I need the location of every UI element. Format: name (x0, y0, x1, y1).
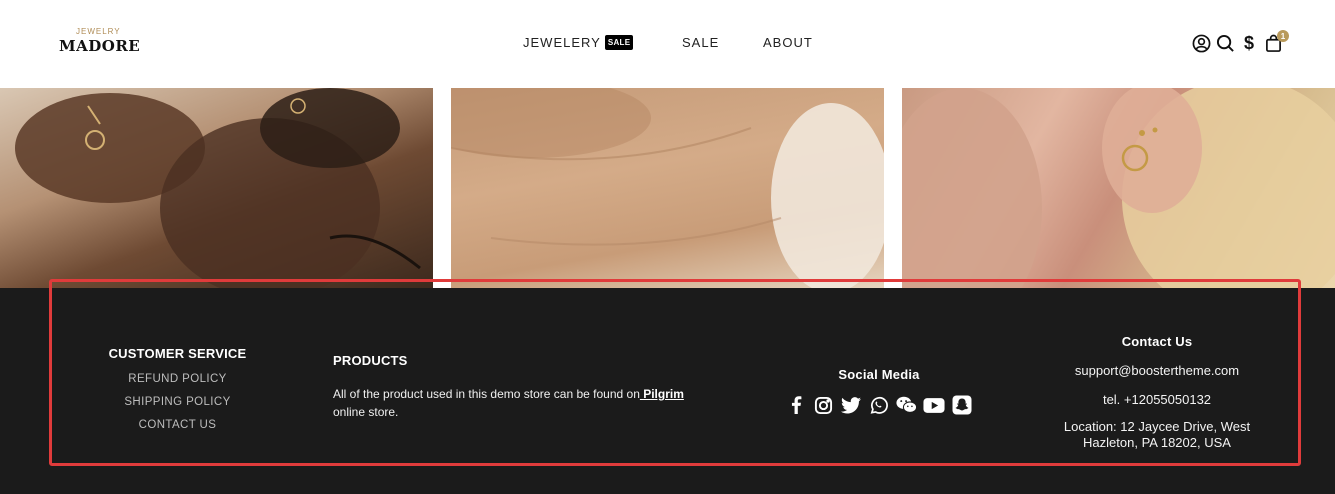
contact-us-link[interactable]: CONTACT US (100, 419, 255, 431)
shipping-policy-link[interactable]: SHIPPING POLICY (100, 396, 255, 408)
social-media-column: Social Media (782, 367, 976, 415)
logo-wordmark: MADORE (59, 37, 141, 55)
twitter-icon[interactable] (840, 395, 862, 415)
site-header: JEWELRY MADORE JEWELERY SALE SALE ABOUT … (0, 0, 1335, 88)
product-image-hands-rings[interactable] (0, 88, 433, 290)
nav-item-label: JEWELERY (523, 35, 601, 50)
products-column: PRODUCTS All of the product used in this… (333, 353, 693, 421)
product-image-neck[interactable] (451, 88, 884, 290)
sale-badge: SALE (604, 35, 634, 50)
header-actions: $ 1 (1190, 30, 1289, 53)
currency-icon[interactable]: $ (1238, 33, 1260, 53)
products-text-before: All of the product used in this demo sto… (333, 387, 640, 401)
snapchat-icon[interactable] (951, 395, 973, 415)
hands-rings-illustration (15, 88, 421, 290)
products-text-after: online store. (333, 405, 399, 419)
contact-email[interactable]: support@boostertheme.com (1046, 363, 1268, 378)
pilgrim-link[interactable]: Pilgrim (640, 387, 684, 401)
contact-phone[interactable]: tel. +12055050132 (1046, 392, 1268, 407)
site-footer: CUSTOMER SERVICE REFUND POLICY SHIPPING … (0, 288, 1335, 494)
neck-illustration (451, 88, 884, 290)
contact-column: Contact Us support@boostertheme.com tel.… (1046, 334, 1268, 451)
customer-service-links: REFUND POLICY SHIPPING POLICY CONTACT US (100, 373, 255, 431)
customer-service-heading: CUSTOMER SERVICE (108, 346, 247, 361)
social-media-heading: Social Media (838, 367, 920, 382)
cart-icon[interactable]: 1 (1262, 30, 1289, 53)
account-icon[interactable] (1190, 33, 1212, 53)
wechat-icon[interactable] (896, 395, 918, 415)
products-description: All of the product used in this demo sto… (333, 385, 693, 421)
logo-tagline: JEWELRY (76, 27, 121, 36)
search-icon[interactable] (1214, 33, 1236, 53)
instagram-icon[interactable] (813, 395, 835, 415)
main-nav: JEWELERY SALE SALE ABOUT (523, 35, 812, 50)
refund-policy-link[interactable]: REFUND POLICY (100, 373, 255, 385)
customer-service-column: CUSTOMER SERVICE REFUND POLICY SHIPPING … (100, 346, 255, 442)
whatsapp-icon[interactable] (868, 395, 890, 415)
product-image-ear-earrings[interactable] (902, 88, 1335, 290)
nav-item-jewelery[interactable]: JEWELERY SALE (523, 35, 634, 50)
facebook-icon[interactable] (785, 395, 807, 415)
nav-item-about[interactable]: ABOUT (763, 35, 813, 50)
social-icons-row (782, 395, 976, 415)
cart-count-badge: 1 (1277, 30, 1289, 42)
ear-earrings-illustration (902, 88, 1335, 290)
contact-heading: Contact Us (1121, 334, 1193, 349)
contact-location: Location: 12 Jaycee Drive, West Hazleton… (1063, 419, 1251, 450)
youtube-icon[interactable] (923, 395, 945, 415)
nav-item-sale[interactable]: SALE (682, 35, 719, 50)
products-heading: PRODUCTS (333, 353, 408, 368)
